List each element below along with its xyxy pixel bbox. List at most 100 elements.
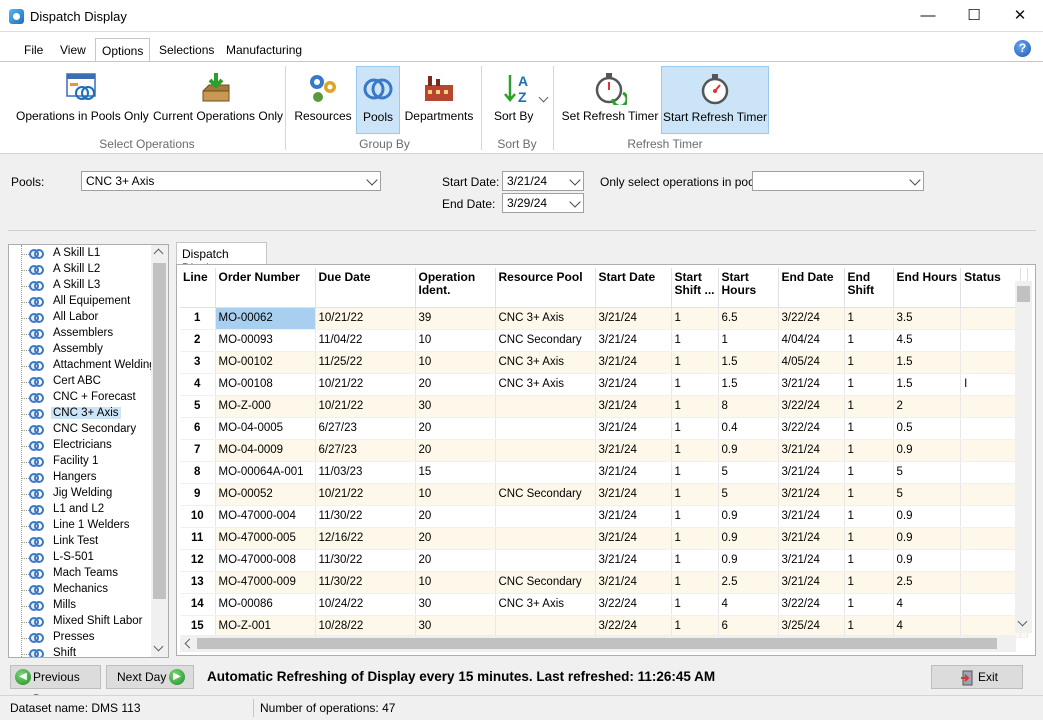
table-cell[interactable]: 1 — [844, 395, 894, 418]
menu-manufacturing[interactable]: Manufacturing — [226, 43, 302, 57]
table-cell[interactable]: 5 — [718, 483, 779, 506]
table-cell[interactable]: 10/21/22 — [315, 373, 416, 396]
table-cell[interactable]: 20 — [415, 439, 496, 462]
sort-by-button[interactable]: AZ Sort By — [489, 66, 549, 134]
table-cell[interactable]: 4/04/24 — [778, 329, 845, 352]
chevron-left-icon[interactable] — [184, 638, 195, 649]
table-cell[interactable]: 39 — [415, 307, 496, 330]
tree-scroll-thumb[interactable] — [153, 263, 166, 599]
end-date-picker[interactable]: 3/29/24 — [502, 193, 584, 213]
table-cell[interactable]: MO-04-0005 — [215, 417, 316, 440]
table-cell[interactable]: 1 — [844, 417, 894, 440]
next-day-button[interactable]: Next Day ▶ — [106, 665, 194, 689]
table-cell[interactable]: CNC Secondary — [495, 483, 596, 506]
row-number[interactable]: 13 — [180, 571, 216, 594]
row-number[interactable]: 3 — [180, 351, 216, 374]
tree-scrollbar[interactable] — [151, 245, 168, 657]
table-cell[interactable]: 3/21/24 — [595, 571, 672, 594]
table-cell[interactable]: 10/21/22 — [315, 483, 416, 506]
exit-button[interactable]: Exit — [931, 665, 1023, 689]
table-cell[interactable]: 3/21/24 — [595, 351, 672, 374]
table-row[interactable]: 9 MO-00052 10/21/22 10 CNC Secondary 3/21/24 1… — [180, 483, 1029, 506]
table-cell[interactable]: 4 — [893, 593, 962, 616]
table-cell[interactable]: 20 — [415, 527, 496, 550]
chevron-down-icon[interactable] — [1017, 616, 1028, 627]
table-cell[interactable] — [495, 505, 596, 528]
menu-options[interactable]: Options — [95, 38, 151, 62]
table-cell[interactable]: 6/27/23 — [315, 439, 416, 462]
table-cell[interactable]: 10 — [415, 483, 496, 506]
table-cell[interactable]: 20 — [415, 505, 496, 528]
table-cell[interactable]: 3/21/24 — [595, 417, 672, 440]
table-cell[interactable] — [960, 549, 1022, 572]
table-row[interactable]: 4 MO-00108 10/21/22 20 CNC 3+ Axis 3/21/24 1 1.… — [180, 373, 1029, 396]
row-number[interactable]: 11 — [180, 527, 216, 550]
table-cell[interactable] — [960, 395, 1022, 418]
table-cell[interactable]: 0.9 — [718, 505, 779, 528]
table-cell[interactable]: 3/21/24 — [778, 549, 845, 572]
table-cell[interactable]: 30 — [415, 395, 496, 418]
menu-view[interactable]: View — [60, 43, 86, 57]
table-cell[interactable]: 3/22/24 — [778, 395, 845, 418]
table-cell[interactable]: 5 — [718, 461, 779, 484]
table-cell[interactable]: 30 — [415, 615, 496, 638]
table-cell[interactable]: 1.5 — [718, 351, 779, 374]
table-cell[interactable]: 20 — [415, 373, 496, 396]
table-cell[interactable]: 1 — [671, 615, 719, 638]
table-cell[interactable]: 10/21/22 — [315, 307, 416, 330]
table-row[interactable]: 3 MO-00102 11/25/22 10 CNC 3+ Axis 3/21/24 1 1.… — [180, 351, 1029, 374]
table-cell[interactable]: 3/21/24 — [778, 373, 845, 396]
table-cell[interactable]: 0.9 — [718, 549, 779, 572]
table-row[interactable]: 11 MO-47000-005 12/16/22 20 3/21/24 1 0.9 3/21/… — [180, 527, 1029, 550]
table-cell[interactable]: 1 — [844, 351, 894, 374]
table-cell[interactable] — [495, 461, 596, 484]
table-cell[interactable]: CNC Secondary — [495, 329, 596, 352]
table-cell[interactable] — [960, 461, 1022, 484]
table-cell[interactable]: MO-00093 — [215, 329, 316, 352]
table-cell[interactable]: MO-00064A-001 — [215, 461, 316, 484]
table-cell[interactable]: MO-Z-000 — [215, 395, 316, 418]
table-cell[interactable]: 10 — [415, 351, 496, 374]
table-cell[interactable]: CNC Secondary — [495, 571, 596, 594]
table-cell[interactable]: 0.4 — [718, 417, 779, 440]
table-cell[interactable]: CNC 3+ Axis — [495, 373, 596, 396]
help-icon[interactable]: ? — [1014, 40, 1031, 57]
table-cell[interactable]: 5 — [893, 461, 962, 484]
column-header[interactable]: Start Date — [595, 268, 672, 308]
column-header[interactable]: End Shift — [844, 268, 894, 308]
table-row[interactable]: 14 MO-00086 10/24/22 30 CNC 3+ Axis 3/22/24 1 4… — [180, 593, 1029, 616]
table-cell[interactable]: 3/21/24 — [778, 505, 845, 528]
table-cell[interactable]: 3/21/24 — [778, 483, 845, 506]
table-cell[interactable]: 1 — [844, 461, 894, 484]
table-cell[interactable] — [960, 505, 1022, 528]
table-cell[interactable]: MO-47000-009 — [215, 571, 316, 594]
table-cell[interactable]: 3/22/24 — [778, 593, 845, 616]
table-row[interactable]: 7 MO-04-0009 6/27/23 20 3/21/24 1 0.9 3/21/24 1 0… — [180, 439, 1029, 462]
table-cell[interactable]: 1 — [671, 395, 719, 418]
tab-dispatch-display[interactable]: Dispatch Display — [176, 242, 267, 275]
column-header[interactable]: Operation Ident. — [415, 268, 496, 308]
table-cell[interactable]: 1 — [718, 329, 779, 352]
table-cell[interactable]: MO-04-0009 — [215, 439, 316, 462]
table-cell[interactable]: 4 — [893, 615, 962, 638]
table-cell[interactable]: 1 — [844, 483, 894, 506]
table-cell[interactable]: 0.9 — [718, 439, 779, 462]
table-cell[interactable]: 3/21/24 — [778, 527, 845, 550]
current-operations-only-button[interactable]: Current Operations Only — [153, 66, 283, 134]
table-cell[interactable]: MO-00102 — [215, 351, 316, 374]
table-cell[interactable]: 2.5 — [893, 571, 962, 594]
row-number[interactable]: 15 — [180, 615, 216, 638]
table-cell[interactable]: 4/05/24 — [778, 351, 845, 374]
column-header[interactable]: Start Hours — [718, 268, 779, 308]
table-cell[interactable]: 20 — [415, 417, 496, 440]
table-cell[interactable]: CNC 3+ Axis — [495, 593, 596, 616]
table-cell[interactable]: 1 — [671, 351, 719, 374]
table-cell[interactable]: MO-00108 — [215, 373, 316, 396]
row-number[interactable]: 4 — [180, 373, 216, 396]
table-cell[interactable]: 0.9 — [893, 505, 962, 528]
table-cell[interactable]: 1 — [671, 549, 719, 572]
table-cell[interactable]: 11/30/22 — [315, 505, 416, 528]
table-cell[interactable]: 11/03/23 — [315, 461, 416, 484]
table-cell[interactable]: 1 — [844, 505, 894, 528]
table-cell[interactable]: I — [960, 373, 1022, 396]
